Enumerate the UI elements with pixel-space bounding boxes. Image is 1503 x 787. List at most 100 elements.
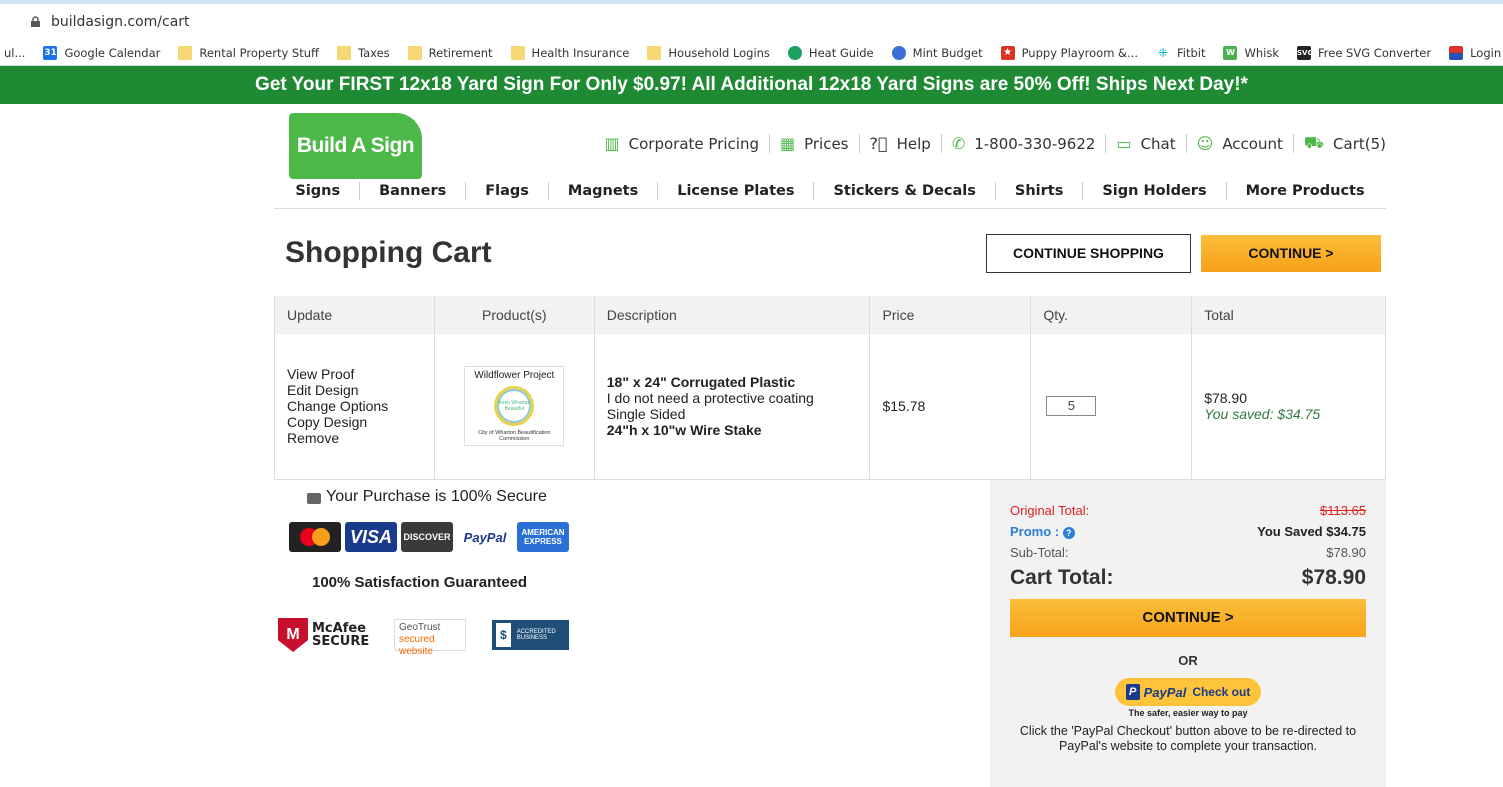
payment-cards: VISA DISCOVER PayPal AMERICAN EXPRESS [289,522,569,552]
nav-magnets[interactable]: Magnets [549,182,659,200]
corporate-pricing-link[interactable]: ▥ Corporate Pricing [595,134,770,153]
link-label: Cart(5) [1333,134,1386,153]
cart-total-label: Cart Total: [1010,566,1114,589]
cart-link[interactable]: ⛟ Cart(5) [1294,133,1386,154]
lock-icon [31,15,40,27]
prices-link[interactable]: ▦ Prices [770,134,860,153]
link-label: Corporate Pricing [628,134,759,153]
nav-banners[interactable]: Banners [360,182,467,200]
change-options-link[interactable]: Change Options [287,398,434,414]
bookmark-health-insurance[interactable]: Health Insurance [510,45,629,60]
subtotal-row: Sub-Total: $78.90 [1010,542,1366,563]
user-icon: ☺ [1196,134,1214,153]
bookmark-taxes[interactable]: Taxes [336,45,390,60]
or-divider: OR [1178,653,1198,668]
bookmark-puppy-playroom[interactable]: ★ Puppy Playroom &... [1000,45,1138,60]
bookmark-retirement[interactable]: Retirement [407,45,493,60]
geotrust-badge[interactable]: GeoTrust secured website [394,619,466,657]
bookmark-label: Free SVG Converter [1318,45,1432,60]
buildasign-logo[interactable]: Build A Sign [289,113,422,179]
building-icon: ▥ [604,134,620,153]
item-total: $78.90 [1204,390,1248,407]
quantity-input[interactable]: 5 [1046,396,1097,417]
subtotal-label: Sub-Total: [1010,545,1069,560]
desc-sided: Single Sided [606,406,686,423]
geotrust-subtext: secured website [399,634,435,657]
flag-icon [1449,45,1464,60]
paypal-tagline: The safer, easier way to pay [1128,708,1248,718]
header-price: Price [869,296,1032,334]
product-thumbnail[interactable]: Wildflower Project Keep Wharton Beautifu… [464,366,565,447]
nav-sign-holders[interactable]: Sign Holders [1083,182,1227,200]
bbb-badge[interactable]: $ ACCREDITED BUSINESS [492,620,569,650]
mcafee-badge[interactable]: M McAfee SECURE [278,618,369,652]
nav-shirts[interactable]: Shirts [996,182,1084,200]
help-icon[interactable]: ? [1062,527,1075,539]
original-total-row: Original Total: $113.65 [1010,500,1366,521]
view-proof-link[interactable]: View Proof [287,366,434,382]
continue-shopping-button[interactable]: CONTINUE SHOPPING [986,234,1191,273]
table-header-row: Update Product(s) Description Price Qty.… [274,296,1386,334]
cart-total-row: Cart Total: $78.90 [1010,563,1366,593]
bookmark-whisk[interactable]: W Whisk [1223,45,1279,60]
bookmark-mint-budget[interactable]: Mint Budget [891,45,983,60]
remove-link[interactable]: Remove [287,430,434,446]
url-text[interactable]: buildasign.com/cart [51,14,190,30]
mastercard-icon [289,522,341,552]
link-label: Chat [1140,134,1176,153]
nav-signs[interactable]: Signs [276,182,361,200]
bbb-text: ACCREDITED BUSINESS [516,629,556,641]
chat-link[interactable]: ▭ Chat [1106,134,1187,153]
bookmark-fitbit[interactable]: ⁜ Fitbit [1156,46,1206,60]
promo-label[interactable]: Promo : ? [1010,524,1075,539]
promo-label-text: Promo : [1010,524,1060,539]
continue-button-bottom[interactable]: CONTINUE > [1010,599,1366,637]
secure-notice: Your Purchase is 100% Secure [307,488,547,506]
desc-stake: 24"h x 10"w Wire Stake [606,422,762,439]
link-label: Help [896,134,931,153]
bookmark-label: Fitbit [1176,45,1206,60]
bookmark-heat-guide[interactable]: Heat Guide [787,45,874,60]
subtotal-value: $78.90 [1326,545,1366,560]
desc-size-material: 18" x 24" Corrugated Plastic [606,374,796,391]
bookmark-label: Household Logins [668,45,770,60]
nav-license-plates[interactable]: License Plates [658,182,815,200]
paypal-checkout-label: Check out [1192,685,1251,699]
bookmark-item[interactable]: ul... [4,46,25,60]
bookmark-svg-converter[interactable]: SVG Free SVG Converter [1297,45,1432,60]
nav-stickers-decals[interactable]: Stickers & Decals [814,182,996,200]
visa-icon: VISA [345,522,397,552]
main-nav: Signs Banners Flags Magnets License Plat… [274,182,1386,209]
copy-design-link[interactable]: Copy Design [287,414,434,430]
bookmark-household-logins[interactable]: Household Logins [647,45,770,60]
header-links: ▥ Corporate Pricing ▦ Prices ?⃝ Help ✆ 1-800… [595,133,1386,154]
table-row: View Proof Edit Design Change Options Co… [274,334,1386,480]
header-description: Description [594,296,871,334]
promo-banner[interactable]: Get Your FIRST 12x18 Yard Sign For Only … [0,66,1503,104]
edit-design-link[interactable]: Edit Design [287,382,434,398]
header-update: Update [274,296,435,334]
product-cell: Wildflower Project Keep Wharton Beautifu… [434,334,595,480]
item-saved: You saved: $34.75 [1204,406,1321,423]
help-link[interactable]: ?⃝ Help [860,134,942,153]
bookmarks-bar: ul... 31 Google Calendar Rental Property … [0,40,1503,66]
fitbit-icon: ⁜ [1157,45,1169,60]
cart-table: Update Product(s) Description Price Qty.… [274,296,1386,480]
bookmark-google-calendar[interactable]: 31 Google Calendar [43,45,160,60]
nav-more-products[interactable]: More Products [1227,182,1384,200]
header-qty: Qty. [1030,296,1193,334]
bookmark-txtag[interactable]: Login | TxTagS [1449,45,1503,60]
account-link[interactable]: ☺ Account [1187,134,1294,153]
bookmark-label: Mint Budget [912,45,983,60]
continue-button-top[interactable]: CONTINUE > [1201,235,1381,272]
phone-link[interactable]: ✆ 1-800-330-9622 [942,134,1107,153]
link-label: 1-800-330-9622 [974,134,1096,153]
paypal-checkout-button[interactable]: P PayPal Check out [1115,678,1261,706]
address-bar[interactable]: buildasign.com/cart [0,0,1503,40]
nav-flags[interactable]: Flags [466,182,549,200]
bbb-icon: $ [496,623,511,647]
svg-icon: SVG [1297,45,1313,60]
bookmark-rental-property[interactable]: Rental Property Stuff [178,45,319,60]
phone-icon: ✆ [951,134,966,153]
mcafee-shield-icon: M [278,618,308,652]
